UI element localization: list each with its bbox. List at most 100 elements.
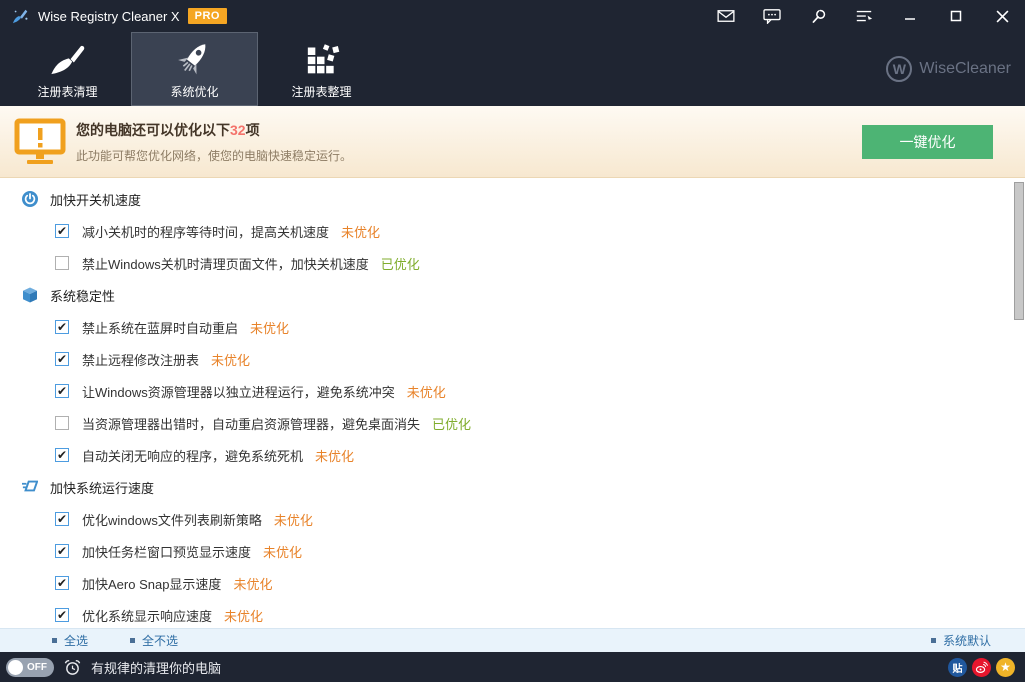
- item-status: 已优化: [381, 254, 420, 273]
- item-checkbox[interactable]: [55, 512, 69, 526]
- maximize-button[interactable]: [933, 0, 979, 32]
- item-status: 未优化: [211, 350, 250, 369]
- scrollbar[interactable]: [1014, 182, 1024, 320]
- system-default-link[interactable]: 系统默认: [931, 632, 991, 649]
- item-label: 优化系统显示响应速度: [82, 606, 212, 625]
- section-header-startup: 加快开关机速度: [0, 183, 1025, 215]
- banner-title: 您的电脑还可以优化以下32项: [76, 120, 862, 140]
- tabbar: 注册表清理 系统优化: [0, 32, 1025, 106]
- window-title: Wise Registry Cleaner X: [38, 9, 180, 24]
- selection-bar: 全选 全不选 系统默认: [0, 628, 1025, 652]
- optimization-item: 让Windows资源管理器以独立进程运行，避免系统冲突 未优化: [0, 375, 1025, 407]
- tab-registry-cleaner[interactable]: 注册表清理: [4, 32, 131, 106]
- select-none-link[interactable]: 全不选: [130, 632, 178, 649]
- social-links: 贴 ★: [948, 658, 1015, 677]
- cube-icon: [22, 287, 38, 303]
- item-status: 已优化: [432, 414, 471, 433]
- tab-label: 注册表清理: [37, 83, 97, 100]
- section-title: 加快开关机速度: [50, 190, 141, 209]
- item-label: 当资源管理器出错时，自动重启资源管理器，避免桌面消失: [82, 414, 420, 433]
- bullet-icon: [52, 638, 57, 643]
- mail-icon[interactable]: [703, 0, 749, 32]
- item-status: 未优化: [341, 222, 380, 241]
- item-status: 未优化: [407, 382, 446, 401]
- item-checkbox[interactable]: [55, 256, 69, 270]
- item-label: 让Windows资源管理器以独立进程运行，避免系统冲突: [82, 382, 395, 401]
- item-status: 未优化: [250, 318, 289, 337]
- item-status: 未优化: [274, 510, 313, 529]
- item-status: 未优化: [263, 542, 302, 561]
- item-checkbox[interactable]: [55, 416, 69, 430]
- item-checkbox[interactable]: [55, 576, 69, 590]
- one-click-optimize-button[interactable]: 一键优化: [862, 125, 993, 159]
- minimize-button[interactable]: [887, 0, 933, 32]
- speed-icon: [22, 479, 38, 495]
- menu-icon[interactable]: [841, 0, 887, 32]
- item-status: 未优化: [224, 606, 263, 625]
- item-label: 优化windows文件列表刷新策略: [82, 510, 262, 529]
- close-button[interactable]: [979, 0, 1025, 32]
- section-title: 系统稳定性: [50, 286, 115, 305]
- power-icon: [22, 191, 38, 207]
- toggle-knob: [8, 660, 23, 675]
- tools-icon[interactable]: [795, 0, 841, 32]
- tab-system-tuneup[interactable]: 系统优化: [131, 32, 258, 106]
- item-checkbox[interactable]: [55, 352, 69, 366]
- optimization-item: 优化系统显示响应速度 未优化: [0, 599, 1025, 628]
- item-checkbox[interactable]: [55, 608, 69, 622]
- statusbar: OFF 有规律的清理你的电脑 贴 ★: [0, 652, 1025, 682]
- warning-monitor-icon: [14, 118, 66, 166]
- optimizable-count: 32: [230, 122, 246, 138]
- item-label: 加快Aero Snap显示速度: [82, 574, 221, 593]
- optimization-item: 当资源管理器出错时，自动重启资源管理器，避免桌面消失 已优化: [0, 407, 1025, 439]
- optimization-item: 加快任务栏窗口预览显示速度 未优化: [0, 535, 1025, 567]
- optimization-item: 优化windows文件列表刷新策略 未优化: [0, 503, 1025, 535]
- wisecleaner-logo-text: WiseCleaner: [919, 60, 1011, 78]
- item-label: 自动关闭无响应的程序，避免系统死机: [82, 446, 303, 465]
- item-status: 未优化: [233, 574, 272, 593]
- pro-badge: PRO: [188, 8, 227, 24]
- brush-icon: [48, 39, 88, 79]
- optimization-item: 自动关闭无响应的程序，避免系统死机 未优化: [0, 439, 1025, 471]
- wisecleaner-logo-mark: W: [886, 56, 912, 82]
- item-label: 禁止远程修改注册表: [82, 350, 199, 369]
- select-all-link[interactable]: 全选: [52, 632, 88, 649]
- bullet-icon: [130, 638, 135, 643]
- item-label: 减小关机时的程序等待时间，提高关机速度: [82, 222, 329, 241]
- titlebar-buttons: [703, 0, 1025, 32]
- item-checkbox[interactable]: [55, 384, 69, 398]
- bullet-icon: [931, 638, 936, 643]
- item-checkbox[interactable]: [55, 544, 69, 558]
- optimize-banner: 您的电脑还可以优化以下32项 此功能可帮您优化网络，使您的电脑快速稳定运行。 一…: [0, 106, 1025, 178]
- optimization-item: 禁止Windows关机时清理页面文件，加快关机速度 已优化: [0, 247, 1025, 279]
- weibo-icon[interactable]: [972, 658, 991, 677]
- optimization-list: 加快开关机速度 减小关机时的程序等待时间，提高关机速度 未优化 禁止Window…: [0, 178, 1025, 628]
- optimization-item: 禁止远程修改注册表 未优化: [0, 343, 1025, 375]
- feedback-icon[interactable]: [749, 0, 795, 32]
- alarm-clock-icon: [64, 659, 81, 676]
- tab-label: 系统优化: [170, 83, 218, 100]
- tab-label: 注册表整理: [291, 83, 351, 100]
- tab-registry-defrag[interactable]: 注册表整理: [258, 32, 385, 106]
- defrag-icon: [302, 39, 342, 79]
- section-header-stability: 系统稳定性: [0, 279, 1025, 311]
- item-checkbox[interactable]: [55, 320, 69, 334]
- schedule-message: 有规律的清理你的电脑: [91, 658, 221, 677]
- schedule-toggle[interactable]: OFF: [6, 658, 54, 677]
- optimization-item: 减小关机时的程序等待时间，提高关机速度 未优化: [0, 215, 1025, 247]
- rocket-icon: [175, 39, 215, 79]
- section-title: 加快系统运行速度: [50, 478, 154, 497]
- item-checkbox[interactable]: [55, 224, 69, 238]
- section-header-speed: 加快系统运行速度: [0, 471, 1025, 503]
- item-label: 禁止Windows关机时清理页面文件，加快关机速度: [82, 254, 369, 273]
- optimization-item: 加快Aero Snap显示速度 未优化: [0, 567, 1025, 599]
- optimization-item: 禁止系统在蓝屏时自动重启 未优化: [0, 311, 1025, 343]
- item-label: 加快任务栏窗口预览显示速度: [82, 542, 251, 561]
- item-checkbox[interactable]: [55, 448, 69, 462]
- tieba-icon[interactable]: 贴: [948, 658, 967, 677]
- banner-text: 您的电脑还可以优化以下32项 此功能可帮您优化网络，使您的电脑快速稳定运行。: [76, 120, 862, 164]
- qzone-icon[interactable]: ★: [996, 658, 1015, 677]
- wisecleaner-logo: W WiseCleaner: [886, 32, 1011, 106]
- titlebar: Wise Registry Cleaner X PRO: [0, 0, 1025, 32]
- app-icon: [12, 7, 30, 25]
